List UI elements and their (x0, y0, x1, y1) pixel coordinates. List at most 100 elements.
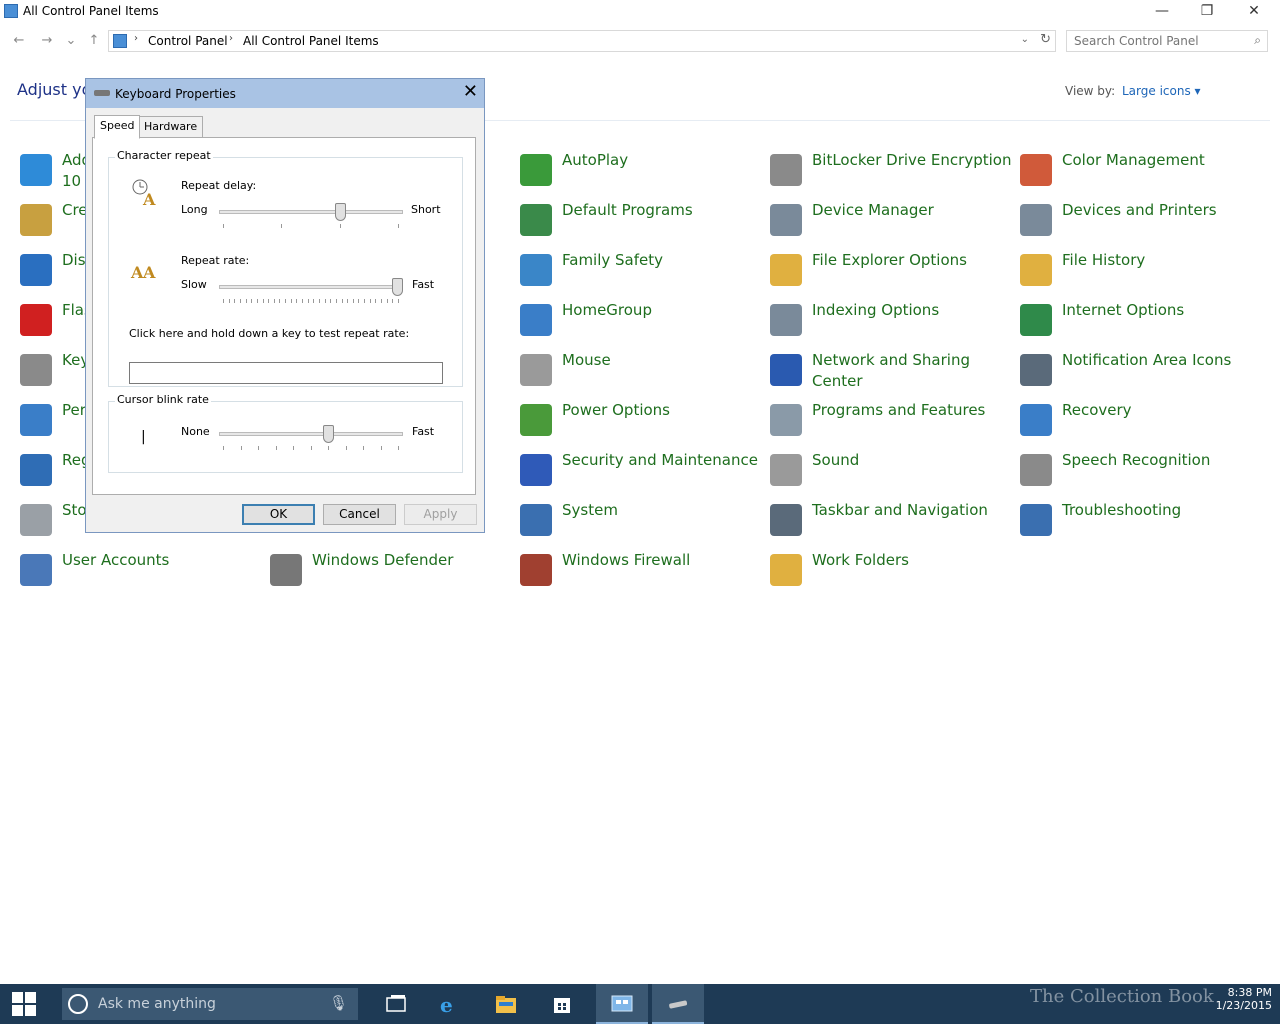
cp-item-label: Work Folders (812, 551, 909, 569)
cp-item[interactable]: Windows Defender (270, 550, 515, 596)
start-button[interactable] (0, 984, 48, 1024)
breadcrumb-control-panel[interactable]: Control Panel (148, 34, 228, 48)
store-button[interactable] (536, 984, 588, 1024)
windows-logo-icon (25, 1005, 36, 1016)
recent-locations-button[interactable]: ⌄ (61, 32, 81, 50)
cp-item-label: File Explorer Options (812, 251, 967, 269)
taskbar: Ask me anything 🎙 e The Collection Book … (0, 984, 1280, 1024)
cp-item[interactable]: Family Safety (520, 250, 765, 296)
internet-explorer-button[interactable]: e (424, 984, 476, 1024)
search-icon[interactable]: ⌕ (1254, 33, 1261, 48)
cursor-blink-ticks (223, 446, 399, 450)
cp-item[interactable]: Windows Firewall (520, 550, 765, 596)
indexing-icon (770, 304, 802, 336)
defender-icon (270, 554, 302, 586)
firewall-icon (520, 554, 552, 586)
svg-text:e: e (440, 993, 453, 1016)
character-repeat-group: Character repeat A Repeat delay: Long Sh… (108, 149, 463, 387)
cp-item[interactable]: File History (1020, 250, 1265, 296)
cp-item[interactable]: BitLocker Drive Encryption (770, 150, 1015, 196)
personalization-icon (20, 404, 52, 436)
repeat-delay-icon: A (129, 176, 161, 209)
dialog-close-icon[interactable]: ✕ (463, 81, 478, 102)
cp-item[interactable]: Work Folders (770, 550, 1015, 596)
cp-item-label: Device Manager (812, 201, 934, 219)
cp-item-label: Network and Sharing Center (812, 351, 970, 390)
search-input[interactable] (1074, 32, 1244, 50)
store-icon (550, 992, 574, 1016)
display-icon (20, 254, 52, 286)
control-panel-icon (4, 4, 18, 18)
cp-item[interactable]: Internet Options (1020, 300, 1265, 346)
view-by-dropdown[interactable]: Large icons ▾ (1122, 84, 1201, 98)
cp-item-label: Recovery (1062, 401, 1132, 419)
cp-item[interactable]: Indexing Options (770, 300, 1015, 346)
cp-item[interactable]: Programs and Features (770, 400, 1015, 446)
cancel-button[interactable]: Cancel (323, 504, 396, 525)
ok-button[interactable]: OK (242, 504, 315, 525)
cp-item[interactable]: System (520, 500, 765, 546)
cp-item[interactable]: Security and Maintenance (520, 450, 765, 496)
apply-button[interactable]: Apply (404, 504, 477, 525)
repeat-rate-slider[interactable] (392, 278, 403, 296)
file-explorer-button[interactable] (480, 984, 532, 1024)
close-button[interactable]: ✕ (1231, 0, 1277, 24)
cp-item[interactable]: File Explorer Options (770, 250, 1015, 296)
keyboard-icon (94, 90, 110, 96)
address-bar[interactable]: › Control Panel › All Control Panel Item… (108, 30, 1056, 52)
cp-item[interactable]: Network and Sharing Center (770, 350, 1015, 396)
cp-item-label: Internet Options (1062, 301, 1185, 319)
cp-item[interactable]: Devices and Printers (1020, 200, 1265, 246)
cp-item[interactable]: Speech Recognition (1020, 450, 1265, 496)
power-icon (520, 404, 552, 436)
cp-item-label: Taskbar and Navigation (812, 501, 988, 519)
cp-item-label: Devices and Printers (1062, 201, 1217, 219)
minimize-button[interactable]: — (1139, 0, 1185, 24)
task-view-button[interactable] (370, 984, 422, 1024)
cp-item[interactable]: User Accounts (20, 550, 265, 596)
cp-item[interactable]: Mouse (520, 350, 765, 396)
cp-item[interactable]: Notification Area Icons (1020, 350, 1265, 396)
keyboard-taskbar-button[interactable] (652, 984, 704, 1024)
cp-item[interactable]: Device Manager (770, 200, 1015, 246)
repeat-delay-label: Repeat delay: (181, 179, 257, 192)
repeat-test-field[interactable] (129, 362, 443, 384)
cp-item-label: Notification Area Icons (1062, 351, 1232, 369)
tab-hardware[interactable]: Hardware (138, 116, 204, 138)
cp-item[interactable]: Power Options (520, 400, 765, 446)
forward-button[interactable]: → (37, 32, 57, 50)
cp-item[interactable]: Taskbar and Navigation (770, 500, 1015, 546)
cp-item[interactable]: Sound (770, 450, 1015, 496)
svg-text:A: A (130, 263, 144, 282)
cp-item[interactable]: Recovery (1020, 400, 1265, 446)
dialog-titlebar[interactable]: Keyboard Properties ✕ (86, 79, 484, 108)
refresh-icon[interactable]: ↻ (1040, 32, 1051, 47)
sound-icon (770, 454, 802, 486)
microphone-icon (1020, 454, 1052, 486)
tab-speed[interactable]: Speed (94, 115, 141, 139)
search-box[interactable]: ⌕ (1066, 30, 1268, 52)
cp-item[interactable]: AutoPlay (520, 150, 765, 196)
keyboard-icon (20, 354, 52, 386)
repeat-rate-ticks (223, 299, 399, 303)
cp-item[interactable]: Color Management (1020, 150, 1265, 196)
recovery-icon (1020, 404, 1052, 436)
maximize-button[interactable]: ❐ (1184, 0, 1230, 24)
cp-item[interactable]: Default Programs (520, 200, 765, 246)
cp-item-label: User Accounts (62, 551, 170, 569)
address-dropdown-icon[interactable]: ⌄ (1021, 34, 1029, 45)
back-button[interactable]: ← (9, 32, 29, 50)
repeat-delay-long-label: Long (181, 203, 208, 216)
microphone-icon[interactable]: 🎙 (329, 994, 348, 1012)
breadcrumb-all-items[interactable]: All Control Panel Items (243, 34, 379, 48)
system-icon (520, 504, 552, 536)
cp-item[interactable]: HomeGroup (520, 300, 765, 346)
cursor-blink-slider[interactable] (322, 425, 334, 443)
cp-item[interactable]: Troubleshooting (1020, 500, 1265, 546)
cortana-search-box[interactable]: Ask me anything 🎙 (62, 988, 358, 1020)
up-button[interactable]: ↑ (84, 32, 104, 50)
repeat-delay-slider[interactable] (334, 203, 346, 221)
troubleshooting-icon (1020, 504, 1052, 536)
system-tray-clock[interactable]: 8:38 PM 1/23/2015 (1216, 986, 1272, 1012)
control-panel-taskbar-button[interactable] (596, 984, 648, 1024)
